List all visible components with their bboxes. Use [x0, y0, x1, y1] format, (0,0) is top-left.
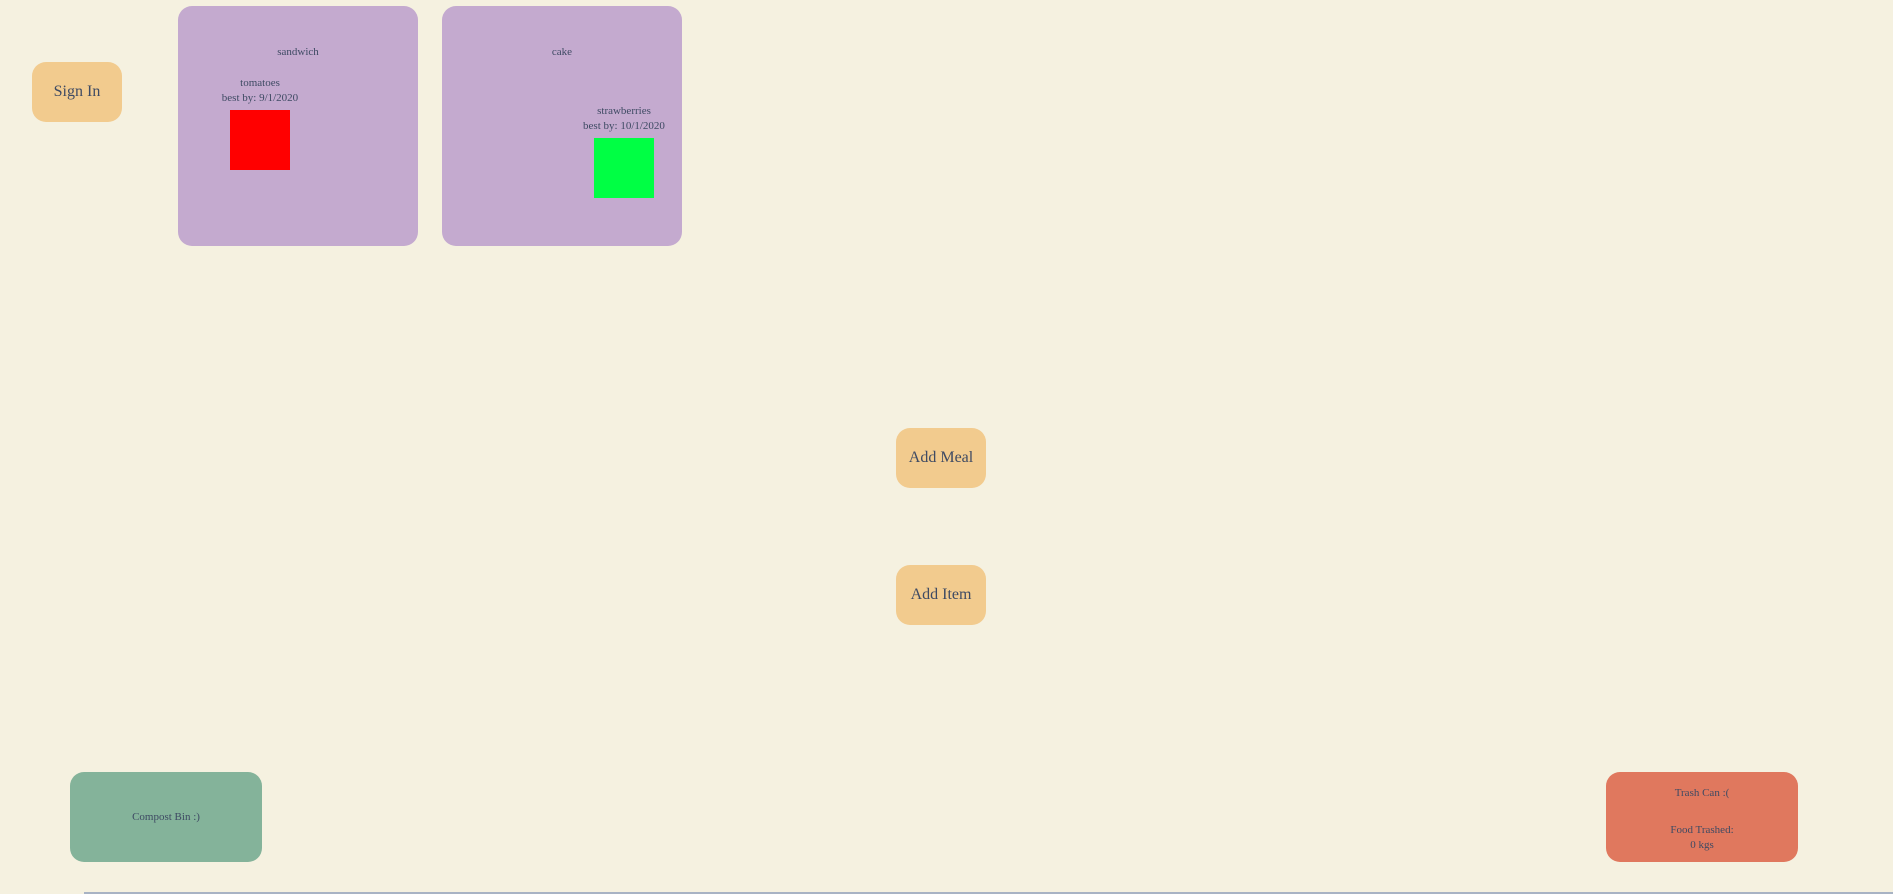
food-item-swatch[interactable] [230, 110, 290, 170]
add-item-button[interactable]: Add Item [896, 565, 986, 625]
compost-bin-label: Compost Bin :) [132, 811, 200, 823]
compost-bin[interactable]: Compost Bin :) [70, 772, 262, 862]
food-item-strawberries[interactable]: strawberries best by: 10/1/2020 [569, 104, 679, 198]
add-meal-button[interactable]: Add Meal [896, 428, 986, 488]
food-trashed-amount: 0 kgs [1690, 839, 1714, 851]
food-item-tomatoes[interactable]: tomatoes best by: 9/1/2020 [215, 76, 305, 170]
trash-can-spacer [1606, 801, 1798, 823]
food-item-name: strawberries [597, 105, 651, 117]
food-trashed-label: Food Trashed: [1670, 824, 1734, 836]
meal-card-sandwich: sandwich tomatoes best by: 9/1/2020 [178, 6, 418, 246]
meal-card-cake: cake strawberries best by: 10/1/2020 [442, 6, 682, 246]
meal-title: cake [551, 46, 573, 58]
food-item-name: tomatoes [240, 77, 280, 89]
trash-can[interactable]: Trash Can :( Food Trashed: 0 kgs [1606, 772, 1798, 862]
food-item-best-by: best by: 9/1/2020 [221, 92, 299, 104]
food-item-best-by: best by: 10/1/2020 [583, 120, 665, 132]
food-item-swatch[interactable] [594, 138, 654, 198]
meal-title: sandwich [277, 46, 319, 58]
sign-in-button[interactable]: Sign In [32, 62, 122, 122]
trash-can-label: Trash Can :( [1674, 787, 1730, 799]
